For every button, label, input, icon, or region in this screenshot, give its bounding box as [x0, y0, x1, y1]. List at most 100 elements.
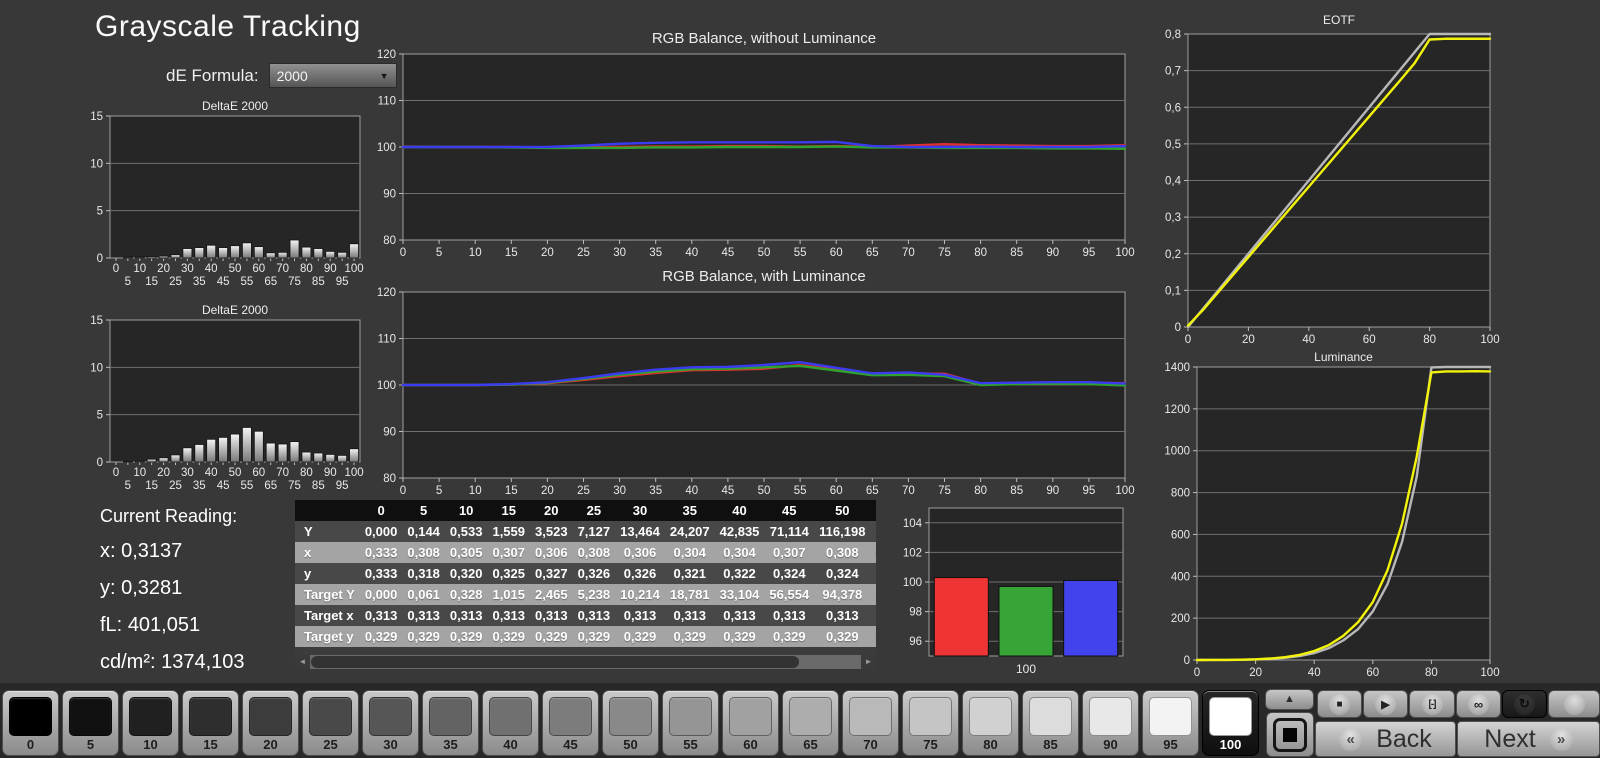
continuous-measure-button[interactable]: ∞	[1456, 690, 1501, 718]
grayscale-swatch-45[interactable]: 45	[542, 690, 599, 756]
de-formula-label: dE Formula:	[166, 66, 259, 86]
grayscale-swatch-30[interactable]: 30	[362, 690, 419, 756]
svg-text:104: 104	[903, 518, 923, 530]
next-button[interactable]: Next »	[1457, 721, 1600, 757]
svg-text:70: 70	[902, 247, 915, 259]
svg-text:25: 25	[577, 485, 590, 497]
table-cell: 0,308	[402, 542, 445, 563]
svg-text:100: 100	[344, 467, 363, 479]
swatch-color	[189, 697, 232, 736]
table-cell: 5,238	[573, 584, 616, 605]
table-cell: 0,061	[402, 584, 445, 605]
grayscale-swatch-60[interactable]: 60	[722, 690, 779, 756]
grayscale-swatch-55[interactable]: 55	[662, 690, 719, 756]
svg-text:70: 70	[276, 467, 289, 479]
svg-text:65: 65	[866, 247, 879, 259]
swatch-label: 85	[1023, 737, 1078, 752]
table-cell: 24,207	[665, 521, 715, 542]
swatch-color	[489, 697, 532, 736]
svg-text:60: 60	[1363, 334, 1376, 346]
swatch-label: 45	[543, 737, 598, 752]
svg-text:0: 0	[113, 467, 119, 479]
swatch-color	[849, 697, 892, 736]
grayscale-swatch-25[interactable]: 25	[302, 690, 359, 756]
row-label: Target Y	[295, 584, 360, 605]
table-row: Target x0,3130,3130,3130,3130,3130,3130,…	[295, 605, 876, 626]
svg-text:25: 25	[169, 276, 182, 288]
scroll-right-button[interactable]: ►	[861, 655, 876, 669]
svg-text:40: 40	[205, 467, 218, 479]
stop-measure-button[interactable]	[1266, 712, 1314, 757]
svg-text:45: 45	[217, 480, 230, 492]
series-measure-button[interactable]: [-]	[1409, 690, 1455, 718]
rgb-balance-without-luminance-chart: RGB Balance, without Luminance8090100110…	[368, 26, 1136, 267]
swatch-label: 90	[1083, 737, 1138, 752]
svg-text:100: 100	[344, 263, 363, 275]
grayscale-swatch-10[interactable]: 10	[122, 690, 179, 756]
swatch-label: 70	[843, 737, 898, 752]
svg-text:0: 0	[113, 263, 119, 275]
scrollbar-thumb[interactable]	[311, 656, 799, 668]
swatch-color	[969, 697, 1012, 736]
scroll-left-button[interactable]: ◄	[295, 655, 310, 669]
swatch-label: 40	[483, 737, 538, 752]
table-scrollbar[interactable]: ◄ ►	[295, 655, 876, 669]
indicator-button[interactable]	[1548, 690, 1600, 718]
back-button[interactable]: « Back	[1315, 721, 1456, 757]
svg-text:60: 60	[830, 247, 843, 259]
svg-text:75: 75	[938, 247, 951, 259]
table-cell: 3,523	[530, 521, 573, 542]
grayscale-swatch-90[interactable]: 90	[1082, 690, 1139, 756]
grayscale-swatch-100[interactable]: 100	[1202, 690, 1259, 756]
svg-text:45: 45	[722, 247, 735, 259]
grayscale-swatch-15[interactable]: 15	[182, 690, 239, 756]
chevron-up-button[interactable]: ▲	[1265, 689, 1314, 710]
svg-text:50: 50	[229, 263, 242, 275]
table-cell: 0,329	[445, 626, 488, 647]
svg-text:20: 20	[541, 485, 554, 497]
svg-text:5: 5	[436, 485, 442, 497]
grayscale-swatch-0[interactable]: 0	[2, 690, 59, 756]
svg-text:85: 85	[312, 480, 325, 492]
grayscale-swatch-65[interactable]: 65	[782, 690, 839, 756]
measurement-table: 0510152025303540455055Y0,0000,1440,5331,…	[295, 500, 876, 669]
swatch-label: 35	[423, 737, 478, 752]
svg-text:15: 15	[145, 480, 158, 492]
grayscale-swatch-70[interactable]: 70	[842, 690, 899, 756]
grayscale-swatch-80[interactable]: 80	[962, 690, 1019, 756]
grayscale-swatch-95[interactable]: 95	[1142, 690, 1199, 756]
table-cell: 0,307	[487, 542, 530, 563]
grayscale-swatch-35[interactable]: 35	[422, 690, 479, 756]
grayscale-swatch-75[interactable]: 75	[902, 690, 959, 756]
row-label: Y	[295, 521, 360, 542]
svg-text:0: 0	[97, 253, 103, 265]
svg-text:85: 85	[1010, 247, 1023, 259]
table-cell: 1,015	[487, 584, 530, 605]
stop-button[interactable]: ■	[1317, 690, 1362, 718]
refresh-button[interactable]: ↻	[1502, 690, 1547, 718]
svg-text:90: 90	[324, 467, 337, 479]
grayscale-swatch-85[interactable]: 85	[1022, 690, 1079, 756]
luminance-chart: Luminance0200400600800100012001400020406…	[1135, 350, 1500, 690]
swatch-color	[9, 697, 52, 736]
table-cell: 0,324	[814, 563, 870, 584]
svg-text:80: 80	[1423, 334, 1436, 346]
measurement-grid: 0510152025303540455055Y0,0000,1440,5331,…	[295, 500, 876, 647]
grayscale-swatch-50[interactable]: 50	[602, 690, 659, 756]
svg-text:95: 95	[336, 276, 349, 288]
grayscale-swatch-20[interactable]: 20	[242, 690, 299, 756]
swatch-color	[429, 697, 472, 736]
swatch-label: 20	[243, 737, 298, 752]
svg-text:55: 55	[241, 480, 254, 492]
svg-text:400: 400	[1171, 571, 1190, 583]
svg-text:100: 100	[377, 380, 396, 392]
blank-circle-icon	[1564, 694, 1585, 715]
swatch-color	[129, 697, 172, 736]
table-cell: 0,323	[870, 563, 876, 584]
play-button[interactable]: ▶	[1363, 690, 1408, 718]
svg-text:100: 100	[903, 577, 922, 589]
grayscale-swatch-40[interactable]: 40	[482, 690, 539, 756]
table-cell: 0,313	[870, 605, 876, 626]
deltae-top-chart: DeltaE 200005101505101520253035404550556…	[78, 98, 370, 303]
grayscale-swatch-5[interactable]: 5	[62, 690, 119, 756]
